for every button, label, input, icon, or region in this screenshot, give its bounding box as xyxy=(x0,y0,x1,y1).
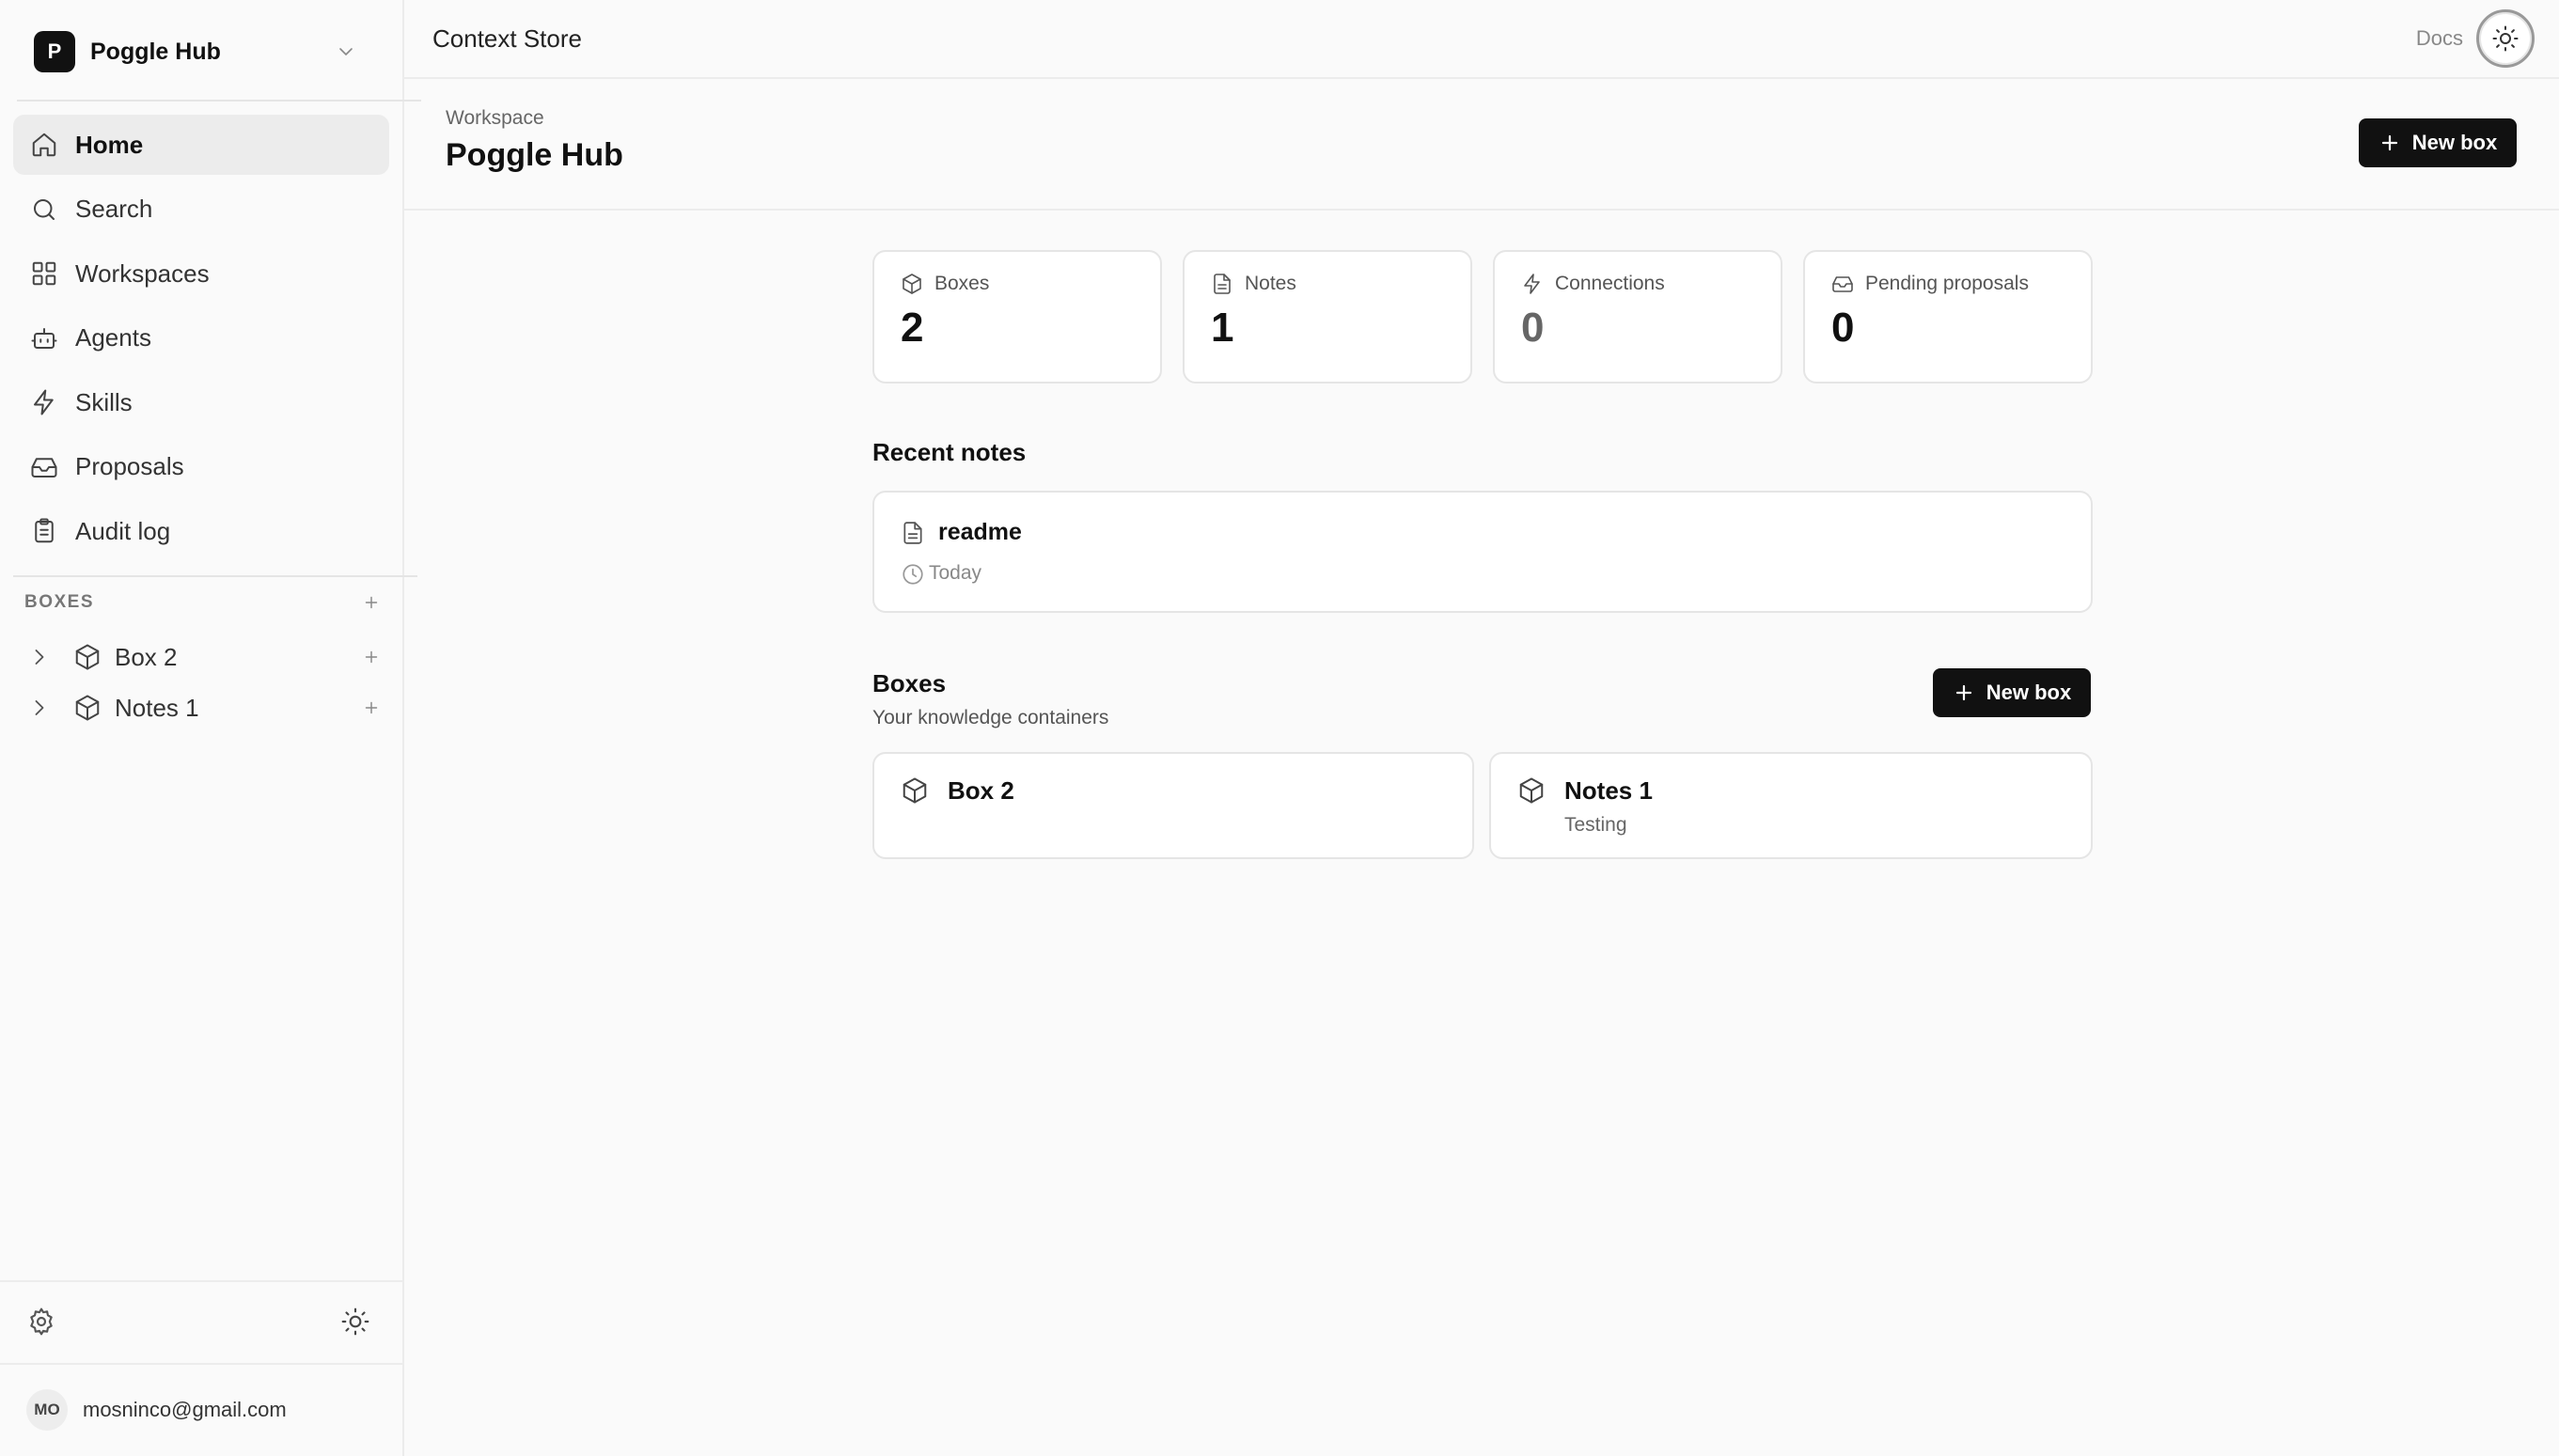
note-title: readme xyxy=(938,519,1022,545)
new-box-label: New box xyxy=(1986,681,2072,704)
gear-icon[interactable] xyxy=(26,1307,56,1337)
tree-item-notes-1[interactable]: Notes 1 xyxy=(24,682,382,733)
user-email: mosninco@gmail.com xyxy=(83,1398,287,1421)
docs-link[interactable]: Docs xyxy=(2416,26,2463,51)
cube-icon xyxy=(1517,776,1546,805)
stats-row: Boxes 2 Notes 1 Connections 0 Pending pr… xyxy=(872,250,2093,384)
bot-icon xyxy=(30,324,58,352)
tree-item-box-2[interactable]: Box 2 xyxy=(24,632,382,682)
clipboard-icon xyxy=(30,517,58,545)
user-account[interactable]: MO mosninco@gmail.com xyxy=(26,1389,287,1431)
grid-icon xyxy=(30,259,58,288)
cube-icon xyxy=(901,273,923,295)
stat-value: 1 xyxy=(1211,305,1234,351)
page-header: Workspace Poggle Hub New box xyxy=(404,79,2559,211)
sidebar-item-proposals[interactable]: Proposals xyxy=(13,437,389,497)
workspace-name: Poggle Hub xyxy=(90,38,221,65)
topbar: Context Store Docs xyxy=(404,0,2559,79)
chevron-down-icon xyxy=(335,40,357,63)
workspace-logo: P xyxy=(34,31,75,72)
sidebar-divider xyxy=(13,575,417,577)
stat-label: Pending proposals xyxy=(1865,273,2029,294)
app-title: Context Store xyxy=(432,23,582,53)
boxes-section-label: BOXES xyxy=(24,592,95,612)
home-icon xyxy=(30,131,58,159)
search-icon xyxy=(30,196,58,224)
sidebar-item-label: Audit log xyxy=(75,516,171,545)
sidebar-divider xyxy=(17,100,421,102)
sidebar-item-workspaces[interactable]: Workspaces xyxy=(13,243,389,304)
plus-icon xyxy=(2378,132,2401,154)
add-box-icon[interactable] xyxy=(361,592,382,613)
box-name: Box 2 xyxy=(948,776,1014,805)
new-box-label: New box xyxy=(2411,131,2498,154)
add-note-icon[interactable] xyxy=(361,647,382,667)
inbox-icon xyxy=(1831,273,1854,295)
boxes-title: Boxes xyxy=(872,669,947,697)
sidebar-nav: Home Search Workspaces Agents Skills Pro… xyxy=(13,115,389,566)
stat-label: Boxes xyxy=(934,273,990,294)
chevron-right-icon[interactable] xyxy=(26,644,53,670)
sidebar-item-audit-log[interactable]: Audit log xyxy=(13,501,389,561)
box-card-notes-1[interactable]: Notes 1 Testing xyxy=(1489,752,2093,859)
sidebar-item-label: Workspaces xyxy=(75,258,210,288)
cube-icon xyxy=(901,776,929,805)
inbox-icon xyxy=(30,453,58,481)
cube-icon xyxy=(73,694,102,722)
zap-icon xyxy=(1521,273,1544,295)
theme-toggle-button[interactable] xyxy=(2476,9,2535,68)
add-note-icon[interactable] xyxy=(361,697,382,718)
sidebar-item-agents[interactable]: Agents xyxy=(13,308,389,368)
new-box-button[interactable]: New box xyxy=(2359,118,2517,167)
box-description: Testing xyxy=(1564,814,1627,836)
stat-card-notes: Notes 1 xyxy=(1183,250,1472,384)
stat-label: Notes xyxy=(1245,273,1296,294)
stat-card-boxes: Boxes 2 xyxy=(872,250,1162,384)
sidebar-item-skills[interactable]: Skills xyxy=(13,372,389,432)
note-date: Today xyxy=(929,562,982,584)
chevron-right-icon[interactable] xyxy=(26,695,53,721)
sidebar-divider xyxy=(0,1363,404,1365)
recent-notes-title: Recent notes xyxy=(872,438,1027,466)
sidebar-item-label: Agents xyxy=(75,323,151,352)
boxes-subtitle: Your knowledge containers xyxy=(872,707,1109,728)
tree-item-label: Notes 1 xyxy=(115,693,199,722)
new-box-button[interactable]: New box xyxy=(1933,668,2091,717)
box-name: Notes 1 xyxy=(1564,776,1653,805)
boxes-tree: Box 2 Notes 1 xyxy=(24,632,382,733)
stat-card-connections: Connections 0 xyxy=(1493,250,1782,384)
zap-icon xyxy=(30,388,58,416)
clock-icon xyxy=(901,562,923,585)
workspace-switcher[interactable]: P Poggle Hub xyxy=(17,21,374,83)
sun-icon[interactable] xyxy=(340,1307,370,1337)
stat-card-pending-proposals: Pending proposals 0 xyxy=(1803,250,2093,384)
file-icon xyxy=(901,521,925,545)
page-title: Poggle Hub xyxy=(446,137,623,173)
sun-icon xyxy=(2491,24,2520,53)
cube-icon xyxy=(73,643,102,671)
sidebar: P Poggle Hub Home Search Workspaces Agen… xyxy=(0,0,421,1456)
tree-item-label: Box 2 xyxy=(115,642,178,671)
stat-label: Connections xyxy=(1555,273,1665,294)
avatar: MO xyxy=(26,1389,68,1431)
boxes-section-header: BOXES xyxy=(24,592,382,613)
note-card-readme[interactable]: readme Today xyxy=(872,491,2093,613)
file-icon xyxy=(1211,273,1233,295)
stat-value: 0 xyxy=(1831,305,1855,351)
box-card-box-2[interactable]: Box 2 xyxy=(872,752,1474,859)
sidebar-divider xyxy=(0,1280,404,1282)
sidebar-item-search[interactable]: Search xyxy=(13,180,389,240)
plus-icon xyxy=(1953,681,1975,704)
breadcrumb[interactable]: Workspace xyxy=(446,107,544,130)
stat-value: 2 xyxy=(901,305,924,351)
stat-value: 0 xyxy=(1521,305,1545,351)
sidebar-item-label: Proposals xyxy=(75,452,184,480)
sidebar-item-home[interactable]: Home xyxy=(13,115,389,175)
sidebar-item-label: Home xyxy=(75,130,144,159)
sidebar-item-label: Skills xyxy=(75,387,133,416)
sidebar-item-label: Search xyxy=(75,195,153,223)
